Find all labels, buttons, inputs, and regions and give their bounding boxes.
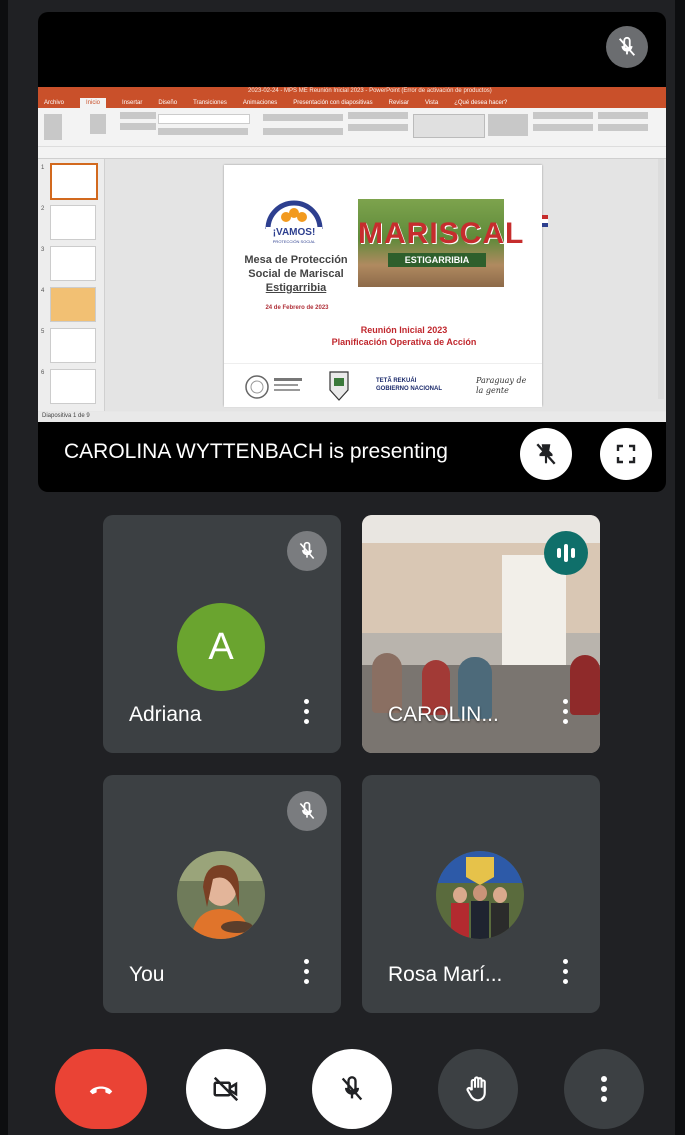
mic-off-icon bbox=[287, 531, 327, 571]
participant-name: You bbox=[129, 963, 165, 986]
mic-off-icon bbox=[341, 1076, 363, 1101]
avatar bbox=[436, 851, 524, 939]
ppt-tab: Animaciones bbox=[242, 100, 278, 106]
participant-tile-you[interactable]: You bbox=[103, 775, 341, 1013]
raise-hand-button[interactable] bbox=[438, 1049, 518, 1129]
thumb-number: 2 bbox=[41, 206, 45, 212]
thumb-number: 1 bbox=[41, 165, 45, 171]
mic-toggle-button[interactable] bbox=[312, 1049, 392, 1129]
more-vert-icon[interactable] bbox=[301, 959, 311, 987]
ppt-tab: Insertar bbox=[122, 100, 143, 106]
participant-name: CAROLIN... bbox=[388, 703, 499, 726]
slide-title: Mesa de Protección Social de Mariscal Es… bbox=[230, 253, 362, 295]
ppt-scrollbar bbox=[658, 159, 664, 399]
fullscreen-icon bbox=[616, 444, 636, 464]
avatar bbox=[177, 851, 265, 939]
presentation-panel[interactable]: 2023-02-24 - MPS ME Reunión Inicial 2023… bbox=[38, 12, 666, 492]
speaking-indicator-icon bbox=[544, 531, 588, 575]
ppt-workspace: 1 2 3 4 5 6 ¡VAMOS! PROTECCIÓN SOCIAL Me… bbox=[38, 159, 666, 411]
ppt-tab: Presentación con diapositivas bbox=[293, 100, 373, 106]
stop-pin-button[interactable] bbox=[520, 428, 572, 480]
participant-name: Adriana bbox=[129, 703, 202, 726]
slide-subtitle: Reunión Inicial 2023 bbox=[360, 325, 448, 335]
sign-big-text: MARISCAL bbox=[358, 217, 525, 250]
participant-tile-adriana[interactable]: A Adriana bbox=[103, 515, 341, 753]
slide-title-line: Estigarribia bbox=[265, 282, 327, 294]
phone-hangup-icon bbox=[89, 1086, 113, 1095]
slide-footer: TETÃ REKUÁI GOBIERNO NACIONAL Paraguay d… bbox=[224, 363, 542, 407]
vamos-logo-text: ¡VAMOS! bbox=[272, 227, 316, 238]
government-seal-icon bbox=[245, 375, 269, 399]
ppt-tab: Diseño bbox=[158, 100, 178, 106]
municipal-crest-icon bbox=[329, 371, 349, 401]
slide-thumbnail bbox=[50, 328, 96, 363]
footer-gov-line2: GOBIERNO NACIONAL bbox=[376, 386, 442, 392]
raise-hand-icon bbox=[466, 1076, 486, 1102]
thumb-number: 3 bbox=[41, 247, 45, 253]
fullscreen-button[interactable] bbox=[600, 428, 652, 480]
left-frame bbox=[0, 0, 8, 1135]
more-vert-icon[interactable] bbox=[560, 699, 570, 727]
unpin-icon bbox=[536, 443, 556, 465]
thumb-number: 5 bbox=[41, 329, 45, 335]
ppt-ribbon bbox=[38, 108, 666, 159]
current-slide: ¡VAMOS! PROTECCIÓN SOCIAL Mesa de Protec… bbox=[224, 165, 548, 407]
ppt-titlebar: 2023-02-24 - MPS ME Reunión Inicial 2023… bbox=[38, 87, 666, 98]
camera-toggle-button[interactable] bbox=[186, 1049, 266, 1129]
participant-name: Rosa Marí... bbox=[388, 963, 503, 986]
leave-call-button[interactable] bbox=[55, 1049, 147, 1129]
presenting-label: CAROLINA WYTTENBACH is presenting bbox=[64, 440, 448, 463]
slide-thumbnail bbox=[50, 205, 96, 240]
more-vert-icon[interactable] bbox=[301, 699, 311, 727]
presenter-mic-off-icon bbox=[606, 26, 648, 68]
ppt-status-bar: Diapositiva 1 de 9 bbox=[38, 412, 666, 422]
slide-subtitle: Planificación Operativa de Acción bbox=[331, 337, 477, 347]
avatar: A bbox=[177, 603, 265, 691]
footer-gov-line1: TETÃ REKUÁI bbox=[376, 378, 417, 384]
slide-thumbnail bbox=[50, 246, 96, 281]
thumb-number: 6 bbox=[41, 370, 45, 376]
ppt-tab: Transiciones bbox=[193, 100, 227, 106]
slide-title-line: Mesa de Protección bbox=[244, 254, 348, 266]
ppt-window-title: 2023-02-24 - MPS ME Reunión Inicial 2023… bbox=[248, 88, 492, 94]
slide-date: 24 de Febrero de 2023 bbox=[265, 305, 329, 311]
participant-tile-carolina[interactable]: CAROLIN... bbox=[362, 515, 600, 753]
mic-off-icon bbox=[287, 791, 327, 831]
more-options-button[interactable] bbox=[564, 1049, 644, 1129]
video-person bbox=[570, 655, 600, 715]
slide-title-line: Social de Mariscal bbox=[248, 268, 344, 280]
slide-thumbnail bbox=[50, 287, 96, 322]
ppt-tab: Vista bbox=[424, 100, 439, 106]
ppt-ribbon-tabs: Archivo Inicio Insertar Diseño Transicio… bbox=[38, 98, 666, 108]
participant-tile-rosa[interactable]: Rosa Marí... bbox=[362, 775, 600, 1013]
right-frame bbox=[675, 0, 685, 1135]
ppt-tab: ¿Qué desea hacer? bbox=[454, 100, 508, 106]
footer-slogan: Paraguay de la gente bbox=[476, 376, 527, 395]
ppt-tab: Revisar bbox=[388, 100, 409, 106]
ppt-tab: Inicio bbox=[80, 98, 107, 108]
camera-off-icon bbox=[213, 1076, 239, 1102]
ppt-tab: Archivo bbox=[44, 100, 65, 106]
slide-thumbnail bbox=[50, 369, 96, 404]
mariscal-sign-photo: MARISCAL ESTIGARRIBIA bbox=[358, 199, 525, 287]
more-options-icon bbox=[601, 1076, 607, 1102]
ppt-slide-thumbnails: 1 2 3 4 5 6 bbox=[38, 159, 105, 411]
sign-small-text: ESTIGARRIBIA bbox=[388, 253, 486, 267]
ppt-status-slide: Diapositiva 1 de 9 bbox=[42, 413, 90, 419]
vamos-logo-subtext: PROTECCIÓN SOCIAL bbox=[272, 239, 316, 244]
slide-thumbnail bbox=[50, 163, 98, 200]
more-vert-icon[interactable] bbox=[560, 959, 570, 987]
thumb-number: 4 bbox=[41, 288, 45, 294]
shared-screen-powerpoint: 2023-02-24 - MPS ME Reunión Inicial 2023… bbox=[38, 87, 666, 422]
